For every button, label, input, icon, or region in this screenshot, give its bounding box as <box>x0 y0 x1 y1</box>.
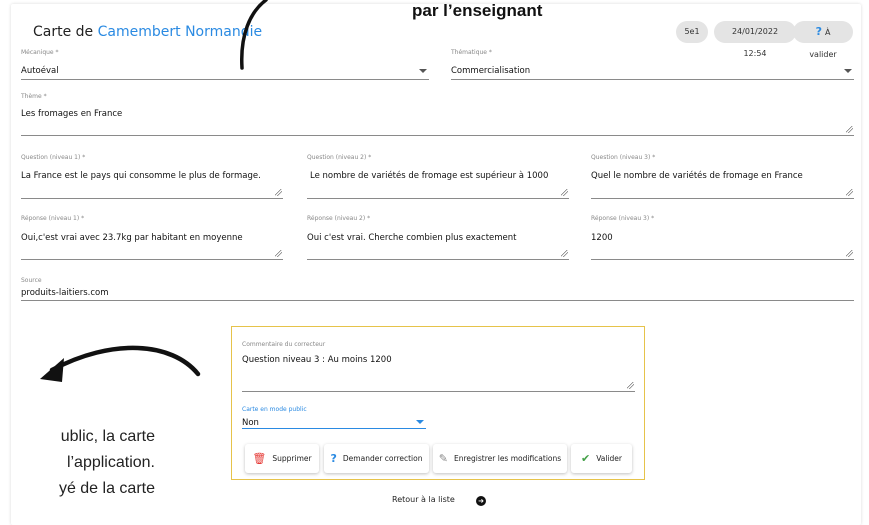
request-correction-label: Demander correction <box>342 454 423 463</box>
resize-handle-icon[interactable] <box>846 189 853 196</box>
corrector-comment-label: Commentaire du correcteur <box>242 341 326 348</box>
save-changes-button[interactable]: ✎ Enregistrer les modifications <box>433 444 567 473</box>
arrow-right-circle-icon[interactable]: ➜ <box>476 496 486 506</box>
source-value: produits-laitiers.com <box>21 288 109 298</box>
question-level1-label: Question (niveau 1) * <box>21 154 86 161</box>
mecanique-value: Autoéval <box>21 66 59 76</box>
public-mode-label: Carte en mode public <box>242 406 307 413</box>
theme-label: Thème * <box>21 93 47 100</box>
corrector-comment-field[interactable]: Commentaire du correcteur Question nivea… <box>242 341 635 392</box>
question-level1-value: La France est le pays qui consomme le pl… <box>21 171 261 181</box>
question-level3-field[interactable]: Question (niveau 3) * Quel le nombre de … <box>591 154 854 199</box>
side-text-line-3: yé de la carte <box>58 480 155 497</box>
check-icon: ✔ <box>581 452 591 465</box>
answer-level2-value: Oui c'est vrai. Cherche combien plus exa… <box>307 233 517 243</box>
resize-handle-icon[interactable] <box>846 250 853 257</box>
theme-field[interactable]: Thème * Les fromages en France <box>21 93 854 136</box>
theme-value: Les fromages en France <box>21 109 123 119</box>
thematique-value: Commercialisation <box>451 66 531 76</box>
source-label: Source <box>21 277 42 284</box>
chevron-down-icon <box>416 420 424 424</box>
mecanique-select[interactable]: Mécanique * Autoéval <box>21 49 429 80</box>
answer-level2-label: Réponse (niveau 2) * <box>307 215 371 222</box>
chevron-down-icon <box>844 69 852 73</box>
answer-level1-value: Oui,c'est vrai avec 23.7kg par habitant … <box>21 233 243 243</box>
card-title: Carte de Camembert Normandie <box>33 24 262 40</box>
resize-handle-icon[interactable] <box>275 189 282 196</box>
question-level3-value: Quel le nombre de variétés de fromage en… <box>591 171 803 181</box>
class-badge: 5e1 <box>676 21 708 43</box>
answer-level1-field[interactable]: Réponse (niveau 1) * Oui,c'est vrai avec… <box>21 215 283 260</box>
thematique-select[interactable]: Thématique * Commercialisation <box>451 49 854 80</box>
question-level2-field[interactable]: Question (niveau 2) * Le nombre de varié… <box>307 154 569 199</box>
delete-button[interactable]: 🗑 Supprimer <box>245 444 319 473</box>
chevron-down-icon <box>419 69 427 73</box>
pencil-icon: ✎ <box>438 452 449 465</box>
source-field[interactable]: Source produits-laitiers.com <box>21 277 854 301</box>
mecanique-label: Mécanique * <box>21 49 59 56</box>
validate-button[interactable]: ✔ Valider <box>571 444 632 473</box>
request-correction-button[interactable]: ? Demander correction <box>324 444 429 473</box>
public-mode-select[interactable]: Carte en mode public Non <box>242 406 426 429</box>
question-level2-value: Le nombre de variétés de fromage est sup… <box>310 171 549 181</box>
annotation-arrow-left <box>40 345 201 382</box>
question-level2-label: Question (niveau 2) * <box>307 154 372 161</box>
side-text-line-2: l’application. <box>66 454 155 471</box>
resize-handle-icon[interactable] <box>561 250 568 257</box>
side-text-line-1: ublic, la carte <box>60 428 155 445</box>
class-badge-label: 5e1 <box>684 27 700 36</box>
resize-handle-icon[interactable] <box>846 126 853 133</box>
answer-level3-value: 1200 <box>591 233 613 243</box>
question-level1-field[interactable]: Question (niveau 1) * La France est le p… <box>21 154 283 199</box>
resize-handle-icon[interactable] <box>627 382 634 389</box>
answer-level3-field[interactable]: Réponse (niveau 3) * 1200 <box>591 215 854 260</box>
answer-level2-field[interactable]: Réponse (niveau 2) * Oui c'est vrai. Che… <box>307 215 569 260</box>
date-badge: 24/01/2022 12:54 <box>714 21 796 58</box>
corrector-comment-value: Question niveau 3 : Au moins 1200 <box>242 355 392 365</box>
question-icon: ? <box>330 452 337 465</box>
answer-level1-label: Réponse (niveau 1) * <box>21 215 85 222</box>
status-badge[interactable]: ? À valider <box>793 21 853 59</box>
annotation-title: par l’enseignant <box>412 1 543 20</box>
corrector-panel: Commentaire du correcteur Question nivea… <box>231 326 645 480</box>
question-icon: ? <box>815 25 822 38</box>
annotation-arrow-curve <box>240 0 268 70</box>
public-mode-value: Non <box>242 418 259 428</box>
validate-label: Valider <box>596 454 622 463</box>
thematique-label: Thématique * <box>451 49 492 56</box>
trash-icon: 🗑 <box>252 452 267 465</box>
back-to-list-link[interactable]: Retour à la liste <box>392 495 455 504</box>
answer-level3-label: Réponse (niveau 3) * <box>591 215 655 222</box>
card-title-prefix: Carte de <box>33 24 94 40</box>
save-changes-label: Enregistrer les modifications <box>454 454 562 463</box>
resize-handle-icon[interactable] <box>275 250 282 257</box>
resize-handle-icon[interactable] <box>561 189 568 196</box>
delete-button-label: Supprimer <box>272 454 312 463</box>
question-level3-label: Question (niveau 3) * <box>591 154 656 161</box>
